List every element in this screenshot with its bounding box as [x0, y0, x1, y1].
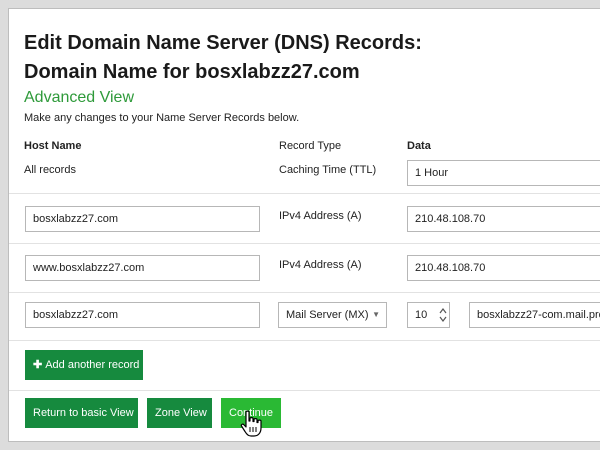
ttl-host-label: All records — [24, 164, 76, 176]
row-divider — [9, 292, 600, 293]
column-header-data: Data — [407, 140, 431, 152]
zone-view-button[interactable]: Zone View — [147, 398, 212, 428]
page-title: Edit Domain Name Server (DNS) Records: D… — [24, 29, 594, 87]
column-header-host-name: Host Name — [24, 140, 82, 152]
record-3-priority-value: 10 — [415, 309, 428, 321]
page-title-line2: Domain Name for bosxlabzz27.com — [24, 61, 360, 83]
row-divider — [9, 243, 600, 244]
plus-icon: ✚ — [33, 359, 43, 371]
record-1-host-input[interactable]: bosxlabzz27.com — [25, 206, 260, 232]
dropdown-arrow-icon: ▼ — [372, 310, 380, 319]
view-title: Advanced View — [24, 89, 134, 106]
row-divider — [9, 193, 600, 194]
add-record-button[interactable]: ✚ Add another record — [25, 350, 143, 380]
spinner-arrows-icon[interactable] — [439, 306, 447, 324]
page-title-line1: Edit Domain Name Server (DNS) Records: — [24, 32, 422, 54]
add-record-label: Add another record — [45, 359, 140, 371]
row-divider — [9, 340, 600, 341]
record-3-priority-input[interactable]: 10 — [407, 302, 450, 328]
ttl-type-label: Caching Time (TTL) — [279, 164, 377, 176]
record-3-type-select[interactable]: Mail Server (MX) ▼ — [278, 302, 387, 328]
dns-edit-panel: Edit Domain Name Server (DNS) Records: D… — [8, 8, 600, 442]
record-2-type-label: IPv4 Address (A) — [279, 259, 362, 271]
ttl-select[interactable]: 1 Hour — [407, 160, 600, 186]
record-3-data-input[interactable]: bosxlabzz27-com.mail.pro — [469, 302, 600, 328]
record-1-type-label: IPv4 Address (A) — [279, 210, 362, 222]
section-divider — [9, 390, 600, 391]
record-3-type-value: Mail Server (MX) — [286, 309, 369, 321]
column-header-record-type: Record Type — [279, 140, 342, 152]
hand-cursor-icon — [240, 410, 262, 437]
record-2-data-input[interactable]: 210.48.108.70 — [407, 255, 600, 281]
record-3-host-input[interactable]: bosxlabzz27.com — [25, 302, 260, 328]
record-2-host-input[interactable]: www.bosxlabzz27.com — [25, 255, 260, 281]
record-1-data-input[interactable]: 210.48.108.70 — [407, 206, 600, 232]
return-basic-view-button[interactable]: Return to basic View — [25, 398, 138, 428]
description-text: Make any changes to your Name Server Rec… — [24, 112, 300, 124]
